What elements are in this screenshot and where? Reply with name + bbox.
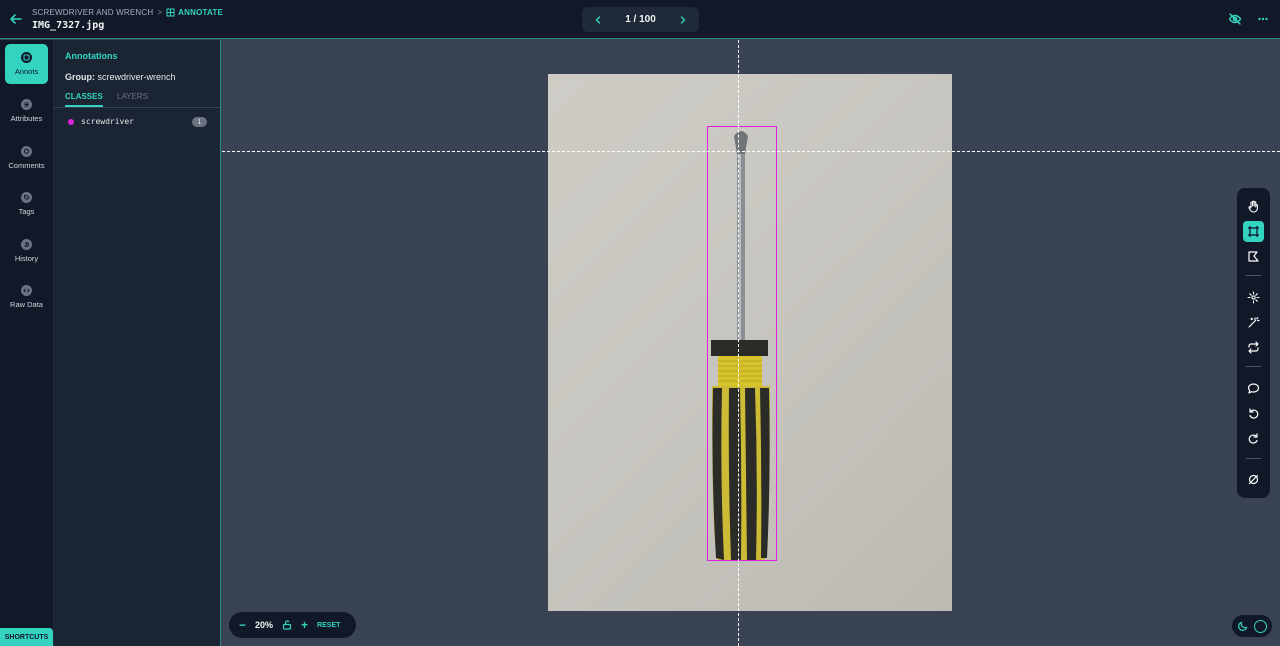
crosshair-vertical <box>738 40 739 646</box>
rail-item-annots[interactable]: Annots <box>5 44 48 84</box>
unlock-icon[interactable] <box>282 620 292 630</box>
theme-toggle[interactable] <box>1232 615 1272 637</box>
next-image-icon[interactable] <box>679 15 687 24</box>
polygon-tool[interactable] <box>1243 246 1264 267</box>
rail-item-tags[interactable]: Tags <box>5 184 48 224</box>
comment-icon <box>1247 383 1260 394</box>
annotations-panel: Annotations Group: screwdriver-wrench CL… <box>54 40 221 646</box>
moon-icon <box>1238 621 1248 631</box>
rail-item-raw-data[interactable]: Raw Data <box>5 277 48 317</box>
zoom-reset-button[interactable]: RESET <box>317 622 340 629</box>
rail-item-label: Comments <box>8 161 45 170</box>
group-info: Group: screwdriver-wrench <box>65 72 176 82</box>
crosshair-horizontal <box>222 151 1280 152</box>
toolbar-divider <box>1246 366 1261 367</box>
class-item-screwdriver[interactable]: screwdriver 1 <box>54 114 220 130</box>
breadcrumb-current: ANNOTATE <box>166 8 223 17</box>
repeat-icon <box>1248 341 1259 354</box>
pager-position: 1 / 100 <box>625 14 656 25</box>
tab-classes[interactable]: CLASSES <box>65 92 103 107</box>
rail-item-label: Annots <box>14 67 39 76</box>
zoom-out-button[interactable]: − <box>239 619 246 631</box>
redo-icon <box>1248 433 1258 444</box>
class-name: screwdriver <box>81 117 134 126</box>
annotation-canvas[interactable] <box>222 40 1280 646</box>
zoom-control: − 20% + RESET <box>229 612 356 638</box>
rail-item-label: Raw Data <box>10 300 43 309</box>
tool-palette <box>1237 188 1270 498</box>
rail-item-attributes[interactable]: Attributes <box>5 91 48 131</box>
toolbar-divider <box>1246 458 1261 459</box>
toolbar-divider <box>1246 275 1261 276</box>
annotate-icon <box>166 8 175 17</box>
undo-button[interactable] <box>1243 403 1264 424</box>
rail-item-history[interactable]: History <box>5 231 48 271</box>
magic-wand-icon <box>1248 317 1260 328</box>
class-color-dot <box>68 119 74 125</box>
left-rail: Annots Attributes Comments Tags History … <box>0 40 54 646</box>
panel-tabs: CLASSES LAYERS <box>54 89 220 108</box>
comment-tool[interactable] <box>1243 378 1264 399</box>
group-label: Group: <box>65 72 95 82</box>
zoom-level: 20% <box>255 620 274 630</box>
hand-tool[interactable] <box>1243 196 1264 217</box>
bounding-box-screwdriver[interactable] <box>707 126 777 561</box>
group-value: screwdriver-wrench <box>97 72 176 82</box>
rail-item-label: Tags <box>18 207 35 216</box>
bounding-box-icon <box>1248 226 1259 237</box>
history-icon <box>21 239 32 250</box>
hide-icon <box>1248 474 1259 485</box>
header-actions <box>1228 12 1270 26</box>
previous-image-icon[interactable] <box>594 15 602 24</box>
class-count-badge: 1 <box>192 117 207 127</box>
breadcrumb-separator: > <box>157 8 163 17</box>
repeat-tool[interactable] <box>1243 337 1264 358</box>
redo-button[interactable] <box>1243 428 1264 449</box>
breadcrumb-project[interactable]: SCREWDRIVER AND WRENCH <box>32 8 153 17</box>
comment-icon <box>21 146 32 157</box>
panel-title: Annotations <box>65 51 118 61</box>
zoom-in-button[interactable]: + <box>301 619 308 631</box>
polygon-icon <box>1248 251 1259 262</box>
smart-select-icon <box>1247 291 1260 304</box>
tab-layers[interactable]: LAYERS <box>117 92 148 105</box>
code-icon <box>21 285 32 296</box>
annotations-icon <box>21 52 32 63</box>
back-arrow-icon[interactable] <box>9 12 23 26</box>
undo-icon <box>1249 408 1259 419</box>
toggle-knob <box>1254 619 1267 633</box>
top-bar: SCREWDRIVER AND WRENCH > ANNOTATE IMG_73… <box>0 0 1280 39</box>
list-icon <box>21 99 32 110</box>
magic-wand-tool[interactable] <box>1243 312 1264 333</box>
hand-icon <box>1248 200 1258 213</box>
rail-item-label: Attributes <box>10 114 43 123</box>
smart-select-tool[interactable] <box>1243 287 1264 308</box>
rail-item-label: History <box>14 254 39 263</box>
file-name: IMG_7327.jpg <box>32 20 105 31</box>
rail-item-comments[interactable]: Comments <box>5 138 48 178</box>
image-pager: 1 / 100 <box>582 7 699 32</box>
tag-icon <box>21 192 32 203</box>
breadcrumb: SCREWDRIVER AND WRENCH > ANNOTATE <box>32 8 223 17</box>
shortcuts-button[interactable]: SHORTCUTS <box>0 628 53 646</box>
eye-off-icon[interactable] <box>1228 12 1242 26</box>
hide-annotations-toggle[interactable] <box>1243 469 1264 490</box>
bounding-box-tool[interactable] <box>1243 221 1264 242</box>
more-options-icon[interactable] <box>1256 12 1270 26</box>
